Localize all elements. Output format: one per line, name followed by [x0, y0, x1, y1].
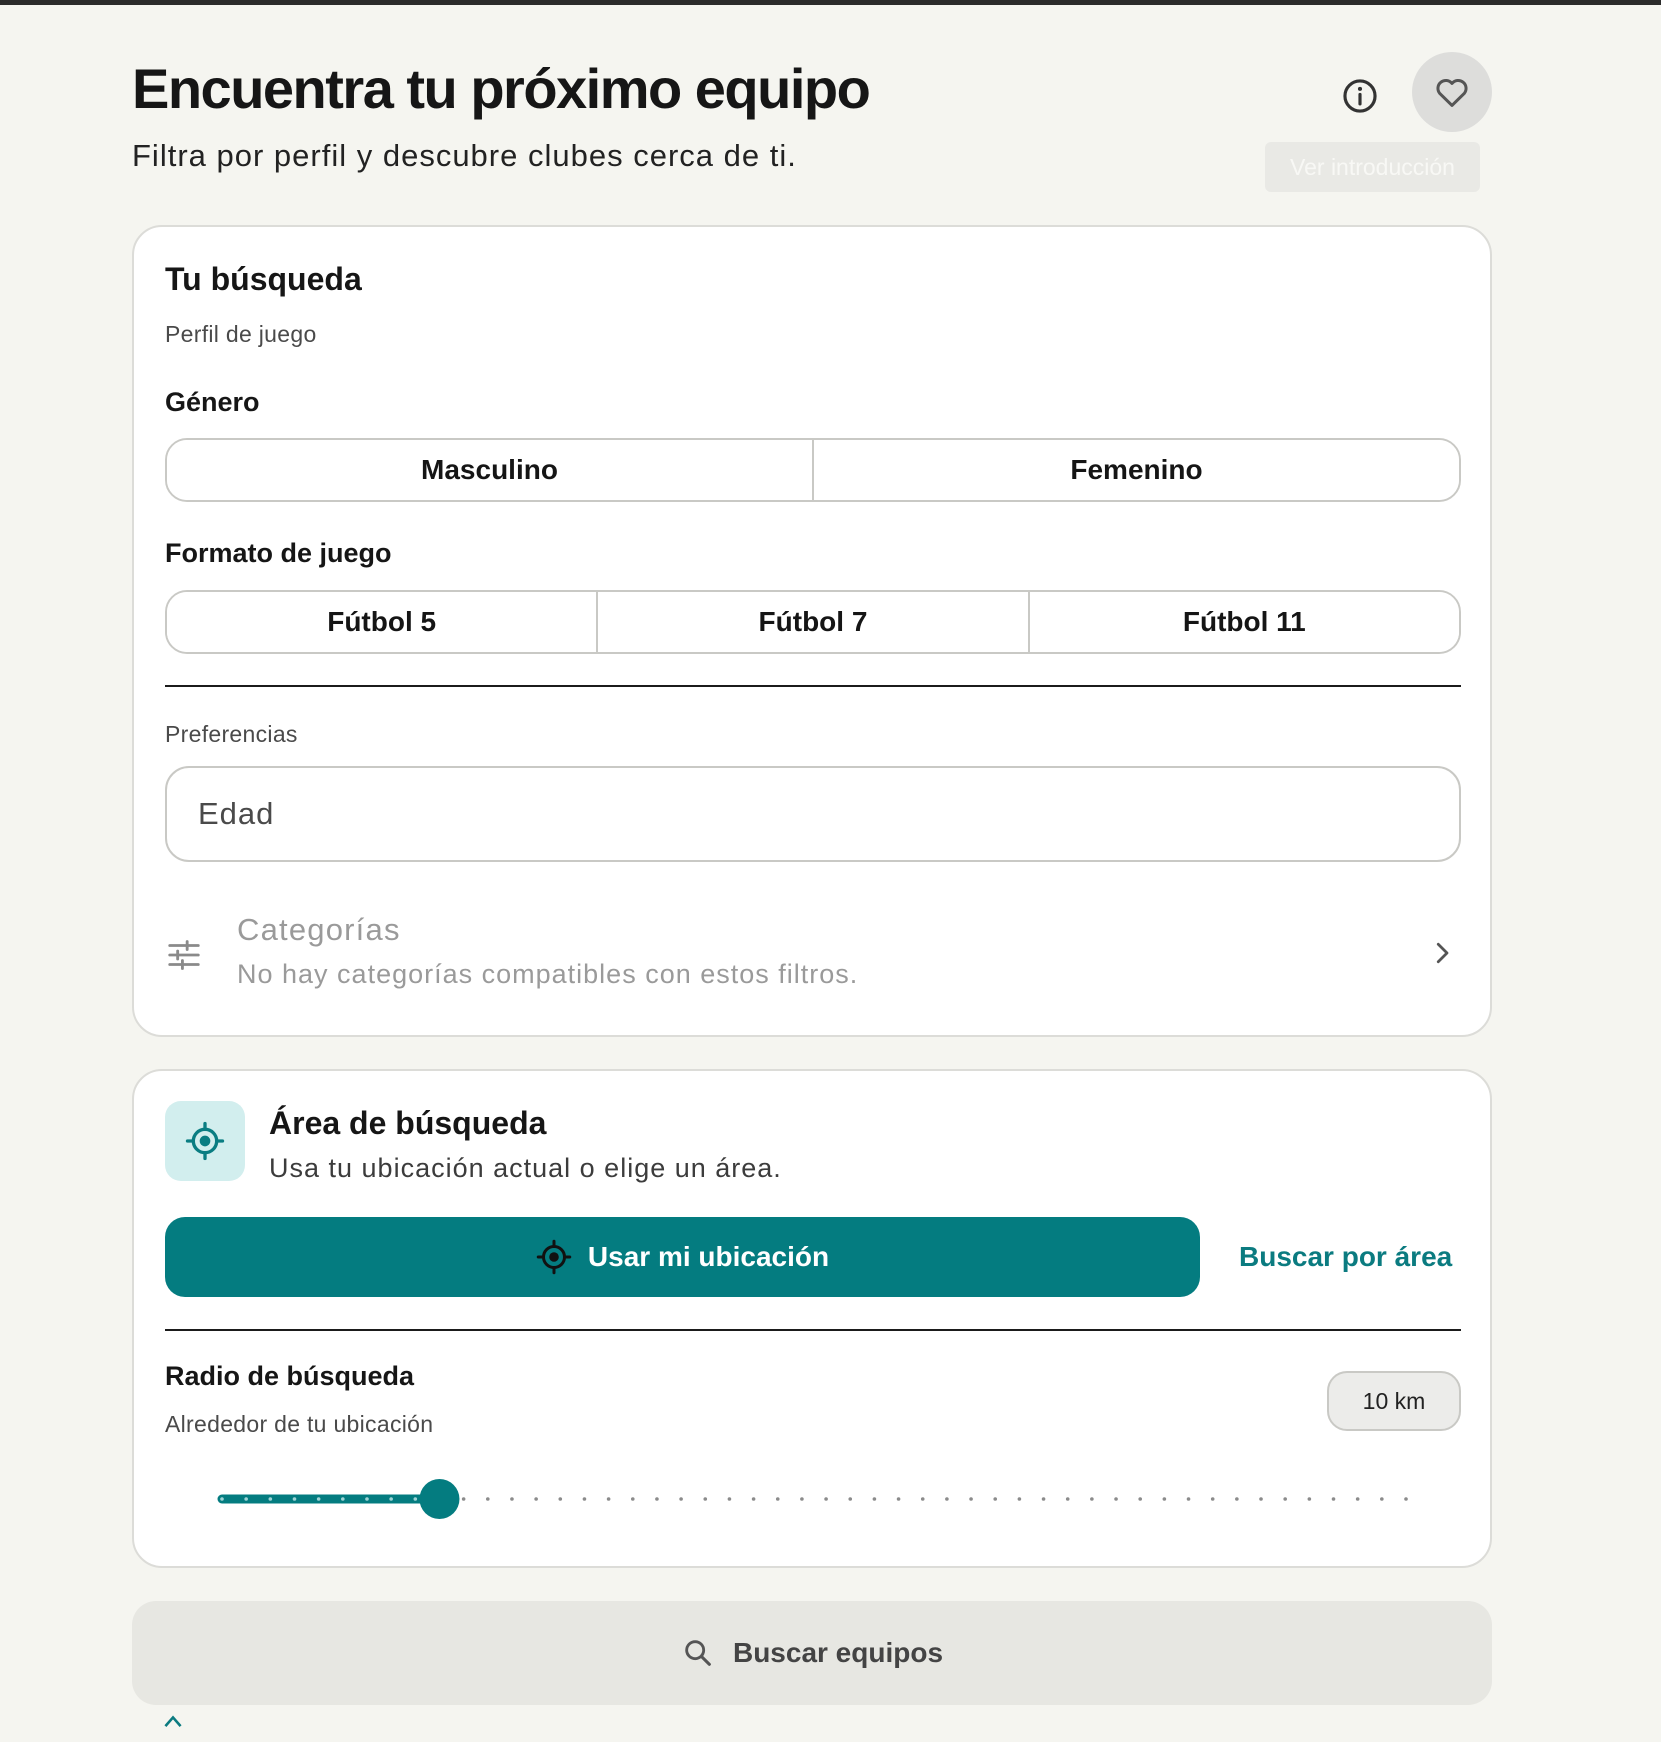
- slider-tick: [896, 1497, 901, 1501]
- slider-tick: [461, 1497, 466, 1501]
- search-by-area-link[interactable]: Buscar por área: [1239, 1217, 1452, 1297]
- format-option-futbol-5[interactable]: Fútbol 5: [167, 592, 599, 652]
- chevron-right-icon: [1436, 942, 1449, 964]
- my-location-icon: [536, 1239, 572, 1275]
- radius-subtitle: Alrededor de tu ubicación: [165, 1411, 434, 1437]
- slider-tick: [1017, 1497, 1022, 1501]
- slider-tick: [1041, 1497, 1046, 1501]
- section-divider: [165, 685, 1461, 687]
- use-my-location-button[interactable]: Usar mi ubicación: [165, 1217, 1200, 1297]
- slider-thumb[interactable]: [419, 1479, 460, 1519]
- slider-tick: [630, 1497, 635, 1501]
- info-button[interactable]: [1332, 68, 1388, 124]
- slider-tick: [510, 1497, 514, 1501]
- slider-tick: [1380, 1497, 1384, 1501]
- use-my-location-label: Usar mi ubicación: [587, 1241, 830, 1272]
- search-icon: [685, 1640, 711, 1666]
- intro-button[interactable]: Ver introducción: [1265, 142, 1480, 192]
- slider-tick: [1404, 1497, 1408, 1501]
- age-input[interactable]: [165, 766, 1461, 862]
- radius-value-badge: 10 km: [1327, 1371, 1461, 1431]
- slider-tick: [292, 1497, 297, 1501]
- slider-tick: [800, 1497, 804, 1501]
- area-divider: [165, 1329, 1461, 1331]
- slider-tick: [606, 1497, 611, 1501]
- radius-slider[interactable]: [210, 1474, 1418, 1524]
- slider-tick: [582, 1497, 587, 1501]
- slider-tick: [365, 1497, 369, 1501]
- categories-row[interactable]: Categorías No hay categorías compatibles…: [165, 892, 1461, 1012]
- heart-icon: [1436, 78, 1468, 107]
- slider-tick: [1331, 1497, 1336, 1501]
- area-subtitle: Usa tu ubicación actual o elige un área.: [269, 1153, 782, 1183]
- gender-segmented-control: Masculino Femenino: [165, 438, 1461, 502]
- slider-tick: [268, 1497, 273, 1501]
- slider-tick: [1259, 1497, 1263, 1501]
- format-option-futbol-7[interactable]: Fútbol 7: [598, 592, 1030, 652]
- format-label: Formato de juego: [165, 538, 392, 568]
- categories-title: Categorías: [237, 912, 401, 947]
- search-teams-label: Buscar equipos: [732, 1637, 944, 1668]
- bottom-cut-off-content: [160, 1712, 186, 1742]
- up-arrow-icon: [164, 1715, 182, 1727]
- search-teams-button[interactable]: Buscar equipos: [132, 1601, 1492, 1705]
- slider-tick: [969, 1497, 973, 1501]
- format-segmented-control: Fútbol 5 Fútbol 7 Fútbol 11: [165, 590, 1461, 654]
- slider-tick: [1307, 1497, 1312, 1501]
- slider-tick: [848, 1497, 853, 1501]
- slider-tick: [341, 1497, 345, 1501]
- preferences-label: Preferencias: [165, 721, 298, 747]
- gender-option-masculino[interactable]: Masculino: [167, 440, 814, 500]
- area-icon-container: [165, 1101, 245, 1181]
- slider-tick: [485, 1497, 490, 1501]
- slider-tick: [558, 1497, 563, 1501]
- slider-tick: [316, 1497, 321, 1501]
- slider-tick: [679, 1497, 683, 1501]
- radius-slider-track: [217, 1479, 1408, 1519]
- slider-tick: [1283, 1497, 1287, 1501]
- slider-tick: [220, 1497, 224, 1501]
- slider-tick: [1162, 1497, 1167, 1501]
- profile-section-label: Perfil de juego: [165, 321, 317, 347]
- radius-title: Radio de búsqueda: [165, 1361, 415, 1391]
- gender-label: Género: [165, 387, 260, 417]
- slider-tick: [413, 1497, 418, 1501]
- tune-icon: [168, 940, 200, 970]
- slider-tick: [1114, 1497, 1118, 1501]
- categories-subtitle: No hay categorías compatibles con estos …: [237, 959, 859, 989]
- top-edge-bar: [0, 0, 1661, 5]
- slider-tick: [775, 1497, 780, 1501]
- search-profile-card: Tu búsqueda Perfil de juego Género Mascu…: [132, 225, 1492, 1037]
- slider-tick: [1138, 1497, 1143, 1501]
- card-title: Tu búsqueda: [165, 261, 362, 297]
- page-title: Encuentra tu próximo equipo: [132, 57, 871, 120]
- slider-tick: [534, 1497, 538, 1501]
- slider-tick: [1065, 1497, 1070, 1501]
- info-icon: [1343, 79, 1377, 113]
- slider-tick: [1186, 1497, 1191, 1501]
- search-area-card: Área de búsqueda Usa tu ubicación actual…: [132, 1069, 1492, 1568]
- slider-tick: [920, 1497, 925, 1501]
- slider-tick: [703, 1497, 708, 1501]
- slider-tick: [824, 1497, 828, 1501]
- slider-tick: [1210, 1497, 1215, 1501]
- page-subtitle: Filtra por perfil y descubre clubes cerc…: [132, 138, 797, 173]
- area-title: Área de búsqueda: [269, 1105, 547, 1141]
- slider-tick: [244, 1497, 248, 1501]
- slider-tick: [751, 1497, 756, 1501]
- page-header: Encuentra tu próximo equipo Filtra por p…: [132, 52, 1492, 202]
- format-option-futbol-11[interactable]: Fútbol 11: [1029, 592, 1459, 652]
- slider-tick: [1235, 1497, 1239, 1501]
- slider-tick: [1090, 1497, 1094, 1501]
- favorite-button[interactable]: [1412, 52, 1492, 132]
- location-target-icon: [185, 1121, 225, 1161]
- slider-tick: [872, 1497, 877, 1501]
- slider-tick: [655, 1497, 659, 1501]
- slider-tick: [993, 1497, 998, 1501]
- gender-option-femenino[interactable]: Femenino: [814, 440, 1459, 500]
- slider-tick: [389, 1497, 393, 1501]
- slider-tick: [727, 1497, 732, 1501]
- slider-tick: [945, 1497, 949, 1501]
- slider-tick: [1355, 1497, 1360, 1501]
